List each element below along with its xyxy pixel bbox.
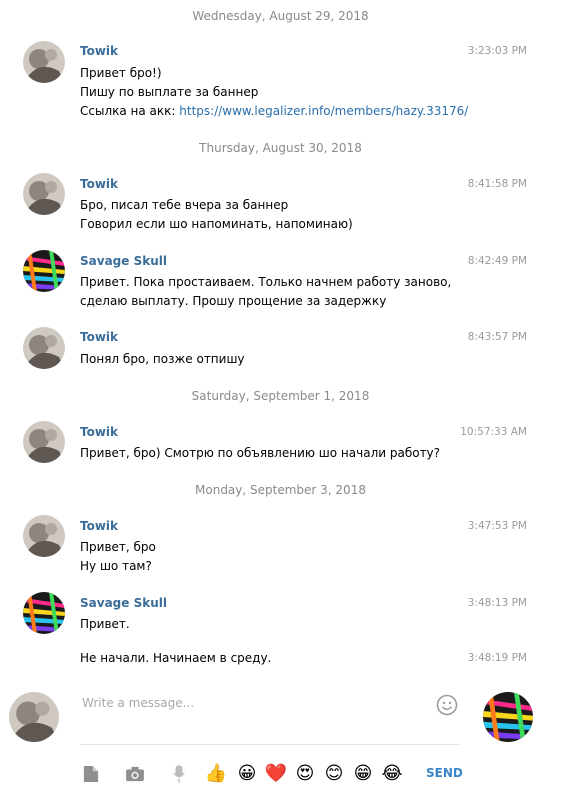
link-prefix: Ссылка на акк: (80, 104, 180, 118)
message-text: Привет, бро Ну шо там? (80, 538, 156, 576)
message-input-area[interactable] (80, 690, 460, 745)
message-time: 8:42:49 PM (467, 255, 527, 267)
date-separator: Monday, September 3, 2018 (195, 483, 366, 497)
message-line: сделаю выплату. Прошу прощение за задерж… (80, 294, 387, 308)
own-avatar[interactable] (9, 692, 59, 742)
heart-eyes-icon[interactable]: 😍 (294, 763, 316, 785)
file-icon[interactable] (80, 763, 102, 785)
date-separator: Wednesday, August 29, 2018 (192, 9, 369, 23)
message-line: Говорил если шо напоминать, напоминаю) (80, 217, 353, 231)
send-button[interactable]: SEND (426, 766, 463, 780)
grinning-icon[interactable]: 😀 (236, 763, 258, 785)
message-line: Привет бро!) (80, 66, 162, 80)
date-separator: Thursday, August 30, 2018 (199, 141, 362, 155)
thumbs-up-icon[interactable]: 👍 (205, 763, 227, 785)
message-time: 3:48:19 PM (467, 652, 527, 664)
message-line: Привет. Пока простаиваем. Только начнем … (80, 275, 452, 289)
avatar-towik[interactable] (23, 515, 65, 557)
avatar-towik[interactable] (23, 41, 65, 83)
message-time: 3:47:53 PM (467, 520, 527, 532)
message-author[interactable]: Towik (80, 519, 118, 533)
message-text: Не начали. Начинаем в среду. (80, 649, 271, 668)
avatar-savage-skull[interactable] (23, 592, 65, 634)
avatar-towik[interactable] (23, 173, 65, 215)
message-input[interactable] (80, 695, 414, 711)
date-separator: Saturday, September 1, 2018 (191, 389, 370, 403)
contact-avatar[interactable] (483, 692, 533, 742)
microphone-icon[interactable] (168, 763, 190, 785)
message-author[interactable]: Towik (80, 425, 118, 439)
message-text: Привет бро!) Пишу по выплате за баннер С… (80, 64, 468, 121)
message-time: 3:48:13 PM (467, 597, 527, 609)
avatar-savage-skull[interactable] (23, 250, 65, 292)
message-time: 3:23:03 PM (467, 45, 527, 57)
message-author[interactable]: Savage Skull (80, 254, 167, 268)
message-time: 8:43:57 PM (467, 331, 527, 343)
message-text: Понял бро, позже отпишу (80, 350, 245, 369)
smile-icon[interactable]: 😊 (323, 763, 345, 785)
message-author[interactable]: Towik (80, 330, 118, 344)
message-time: 10:57:33 AM (460, 426, 527, 438)
message-text: Бро, писал тебе вчера за баннер Говорил … (80, 196, 353, 234)
message-author[interactable]: Towik (80, 44, 118, 58)
message-text: Привет, бро) Смотрю по объявлению шо нач… (80, 444, 440, 463)
message-line: Ссылка на акк: https://www.legalizer.inf… (80, 102, 468, 121)
message-line: Понял бро, позже отпишу (80, 352, 245, 366)
avatar-towik[interactable] (23, 327, 65, 369)
message-text: Привет. Пока простаиваем. Только начнем … (80, 273, 451, 311)
grin-icon[interactable]: 😁 (352, 763, 374, 785)
message-author[interactable]: Savage Skull (80, 596, 167, 610)
message-line: Пишу по выплате за баннер (80, 85, 259, 99)
camera-icon[interactable] (124, 763, 146, 785)
message-line: Привет. (80, 617, 130, 631)
emoji-picker-icon[interactable] (436, 694, 458, 716)
message-time: 8:41:58 PM (467, 178, 527, 190)
message-author[interactable]: Towik (80, 177, 118, 191)
message-line: Бро, писал тебе вчера за баннер (80, 198, 289, 212)
message-line: Ну шо там? (80, 559, 152, 573)
message-link[interactable]: https://www.legalizer.info/members/hazy.… (179, 104, 468, 118)
message-line: Привет, бро (80, 540, 156, 554)
heart-icon[interactable]: ❤️ (265, 763, 287, 785)
avatar-towik[interactable] (23, 421, 65, 463)
message-line: Привет, бро) Смотрю по объявлению шо нач… (80, 446, 441, 460)
message-text: Привет. (80, 615, 130, 634)
message-line: Не начали. Начинаем в среду. (80, 651, 272, 665)
tears-of-joy-icon[interactable]: 😂 (381, 763, 403, 785)
